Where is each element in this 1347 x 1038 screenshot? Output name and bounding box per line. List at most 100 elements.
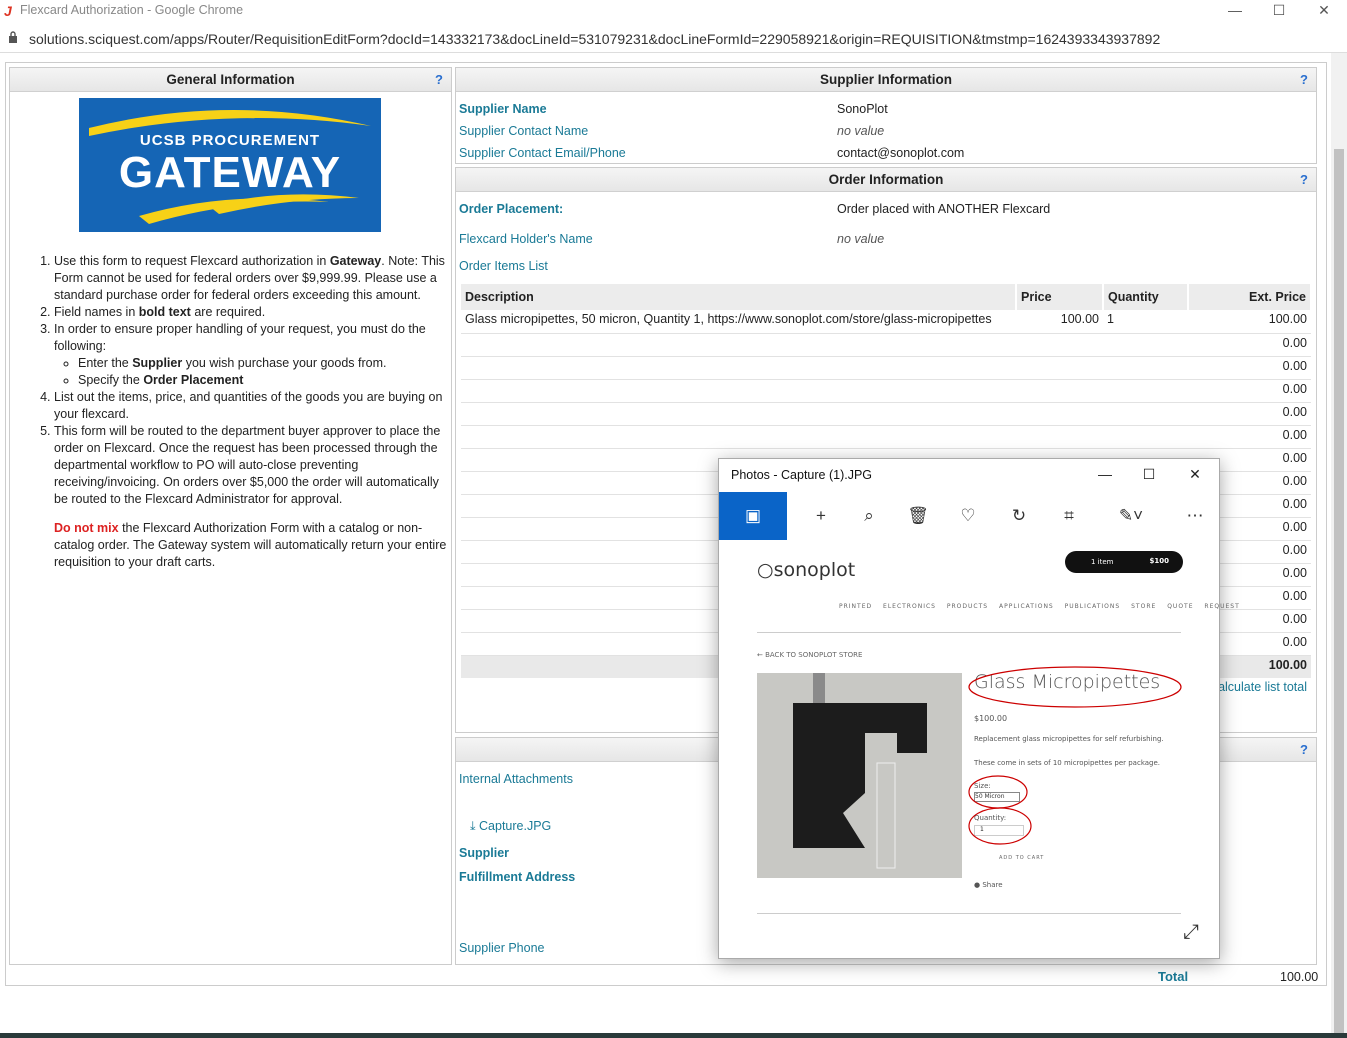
internal-attachments-label: Internal Attachments: [459, 772, 573, 786]
minimize-button[interactable]: —: [1212, 0, 1258, 22]
description-cell: [461, 425, 1016, 449]
divider: [0, 52, 1347, 53]
help-icon[interactable]: ?: [1300, 68, 1308, 92]
share-link: ● Share: [974, 881, 1003, 889]
instructions: Use this form to request Flexcard author…: [40, 253, 450, 571]
supplier-contact-label: Supplier Contact Name: [459, 124, 589, 138]
divider: [757, 632, 1181, 633]
instruction-item: In order to ensure proper handling of yo…: [54, 321, 450, 389]
general-information-panel: General Information ? UCSB PROCUREMENT G…: [9, 67, 452, 965]
help-icon[interactable]: ?: [1300, 168, 1308, 192]
flexcard-holder-label: Flexcard Holder's Name: [459, 232, 593, 246]
description-cell: [461, 356, 1016, 380]
back-link: ← BACK TO SONOPLOT STORE: [757, 651, 863, 659]
supplier-name-label: Supplier Name: [459, 102, 547, 116]
photos-maximize-button[interactable]: ☐: [1127, 463, 1171, 487]
red-circle-annotation: [968, 666, 1182, 708]
attachment-file-link[interactable]: ⤓ Capture.JPG: [470, 819, 551, 834]
cart-total: $100: [1149, 557, 1169, 565]
instruction-item: This form will be routed to the departme…: [54, 423, 450, 508]
photos-minimize-button[interactable]: —: [1083, 463, 1127, 487]
ext-price-cell: 0.00: [1188, 425, 1311, 449]
maximize-button[interactable]: ☐: [1256, 0, 1302, 22]
column-header: Price: [1016, 284, 1104, 310]
scrollbar-thumb[interactable]: [1334, 149, 1344, 1038]
screenshot-content: ○sonoplot 1 item $100 PRINTED ELECTRONIC…: [749, 549, 1239, 914]
edit-icon[interactable]: ✎˅: [1109, 492, 1153, 540]
help-icon[interactable]: ?: [1300, 738, 1308, 762]
description-cell: [461, 402, 1016, 426]
attachment-file-name[interactable]: Capture.JPG: [479, 819, 551, 833]
table-row: 0.00: [461, 379, 1311, 403]
supplier-contact-value: no value: [837, 124, 885, 138]
ext-price-cell: 0.00: [1188, 356, 1311, 380]
quantity-cell: 1: [1103, 310, 1188, 334]
price-cell: [1016, 333, 1103, 357]
supplier-email-value: contact@sonoplot.com: [837, 146, 965, 160]
supplier-name-value: SonoPlot: [837, 102, 888, 116]
quantity-cell: [1103, 402, 1188, 426]
instruction-item: Field names in bold text are required.: [54, 304, 450, 321]
crop-icon[interactable]: ⌗: [1047, 492, 1091, 540]
share-icon: ●: [974, 881, 981, 889]
quantity-cell: [1103, 356, 1188, 380]
order-placement-value: Order placed with ANOTHER Flexcard: [837, 202, 1051, 216]
photos-window[interactable]: Photos - Capture (1).JPG — ☐ ✕ ▣ + ⌕ 🗑 ♡…: [718, 458, 1239, 959]
expand-icon[interactable]: ⤢: [1183, 921, 1199, 944]
supplier-information-header: Supplier Information ?: [456, 68, 1316, 92]
column-header: Description: [461, 284, 1017, 310]
favorite-icon[interactable]: ♡: [946, 492, 990, 540]
price-cell: [1016, 356, 1103, 380]
total-label: Total: [1158, 969, 1189, 984]
image-icon[interactable]: ▣: [719, 492, 787, 540]
price-cell: [1016, 402, 1103, 426]
sonoplot-logo: ○sonoplot: [757, 559, 856, 581]
more-icon[interactable]: ⋯: [1173, 492, 1217, 540]
total-value: 100.00: [1280, 970, 1319, 984]
title-bar: J Flexcard Authorization - Google Chrome…: [0, 0, 1347, 22]
help-icon[interactable]: ?: [435, 68, 443, 92]
instruction-item: List out the items, price, and quantitie…: [54, 389, 450, 423]
address-bar[interactable]: solutions.sciquest.com/apps/Router/Requi…: [0, 28, 1347, 50]
order-items-label: Order Items List: [459, 259, 548, 273]
ucsb-gateway-logo: UCSB PROCUREMENT GATEWAY: [79, 98, 381, 232]
add-icon[interactable]: +: [799, 492, 843, 540]
ext-price-cell: 0.00: [1188, 333, 1311, 357]
ext-price-cell: 100.00: [1188, 310, 1311, 334]
product-image: [757, 673, 962, 878]
cart-pill: 1 item $100: [1065, 551, 1183, 573]
product-price: $100.00: [974, 714, 1008, 723]
table-row: 0.00: [461, 333, 1311, 357]
table-row: Glass micropipettes, 50 micron, Quantity…: [461, 310, 1311, 334]
table-header-row: Description Price Quantity Ext. Price: [461, 284, 1312, 310]
scrollbar[interactable]: [1331, 53, 1347, 1038]
download-icon: ⤓: [470, 819, 476, 833]
supplier-email-label: Supplier Contact Email/Phone: [459, 146, 626, 160]
table-row: 0.00: [461, 425, 1311, 449]
quantity-cell: [1103, 425, 1188, 449]
divider: [757, 913, 1181, 914]
photos-close-button[interactable]: ✕: [1173, 463, 1217, 487]
supplier-information-panel: Supplier Information ? Supplier Name Son…: [455, 67, 1317, 164]
close-button[interactable]: ✕: [1301, 0, 1347, 22]
product-desc: Replacement glass micropipettes for self…: [974, 735, 1164, 743]
supplier-phone-label: Supplier Phone: [459, 941, 545, 955]
panel-title: Supplier Information: [819, 72, 952, 87]
site-nav: PRINTED ELECTRONICS PRODUCTS APPLICATION…: [839, 603, 1240, 610]
url-text[interactable]: solutions.sciquest.com/apps/Router/Requi…: [29, 31, 1160, 47]
table-row: 0.00: [461, 356, 1311, 380]
window-title: Flexcard Authorization - Google Chrome: [20, 3, 244, 17]
general-information-header: General Information ?: [10, 68, 451, 92]
panel-title: Order Information: [828, 172, 944, 187]
order-information-header: Order Information ?: [456, 168, 1316, 192]
order-placement-label: Order Placement:: [459, 202, 564, 216]
column-header: Ext. Price: [1188, 284, 1312, 310]
taskbar-strip: [0, 1033, 1347, 1038]
supplier-label: Supplier: [459, 846, 510, 860]
price-cell: 100.00: [1016, 310, 1103, 334]
photos-title: Photos - Capture (1).JPG: [731, 468, 873, 482]
rotate-icon[interactable]: ↻: [997, 492, 1041, 540]
zoom-icon[interactable]: ⌕: [847, 492, 891, 540]
column-header: Quantity: [1103, 284, 1189, 310]
delete-icon[interactable]: 🗑: [896, 492, 940, 540]
